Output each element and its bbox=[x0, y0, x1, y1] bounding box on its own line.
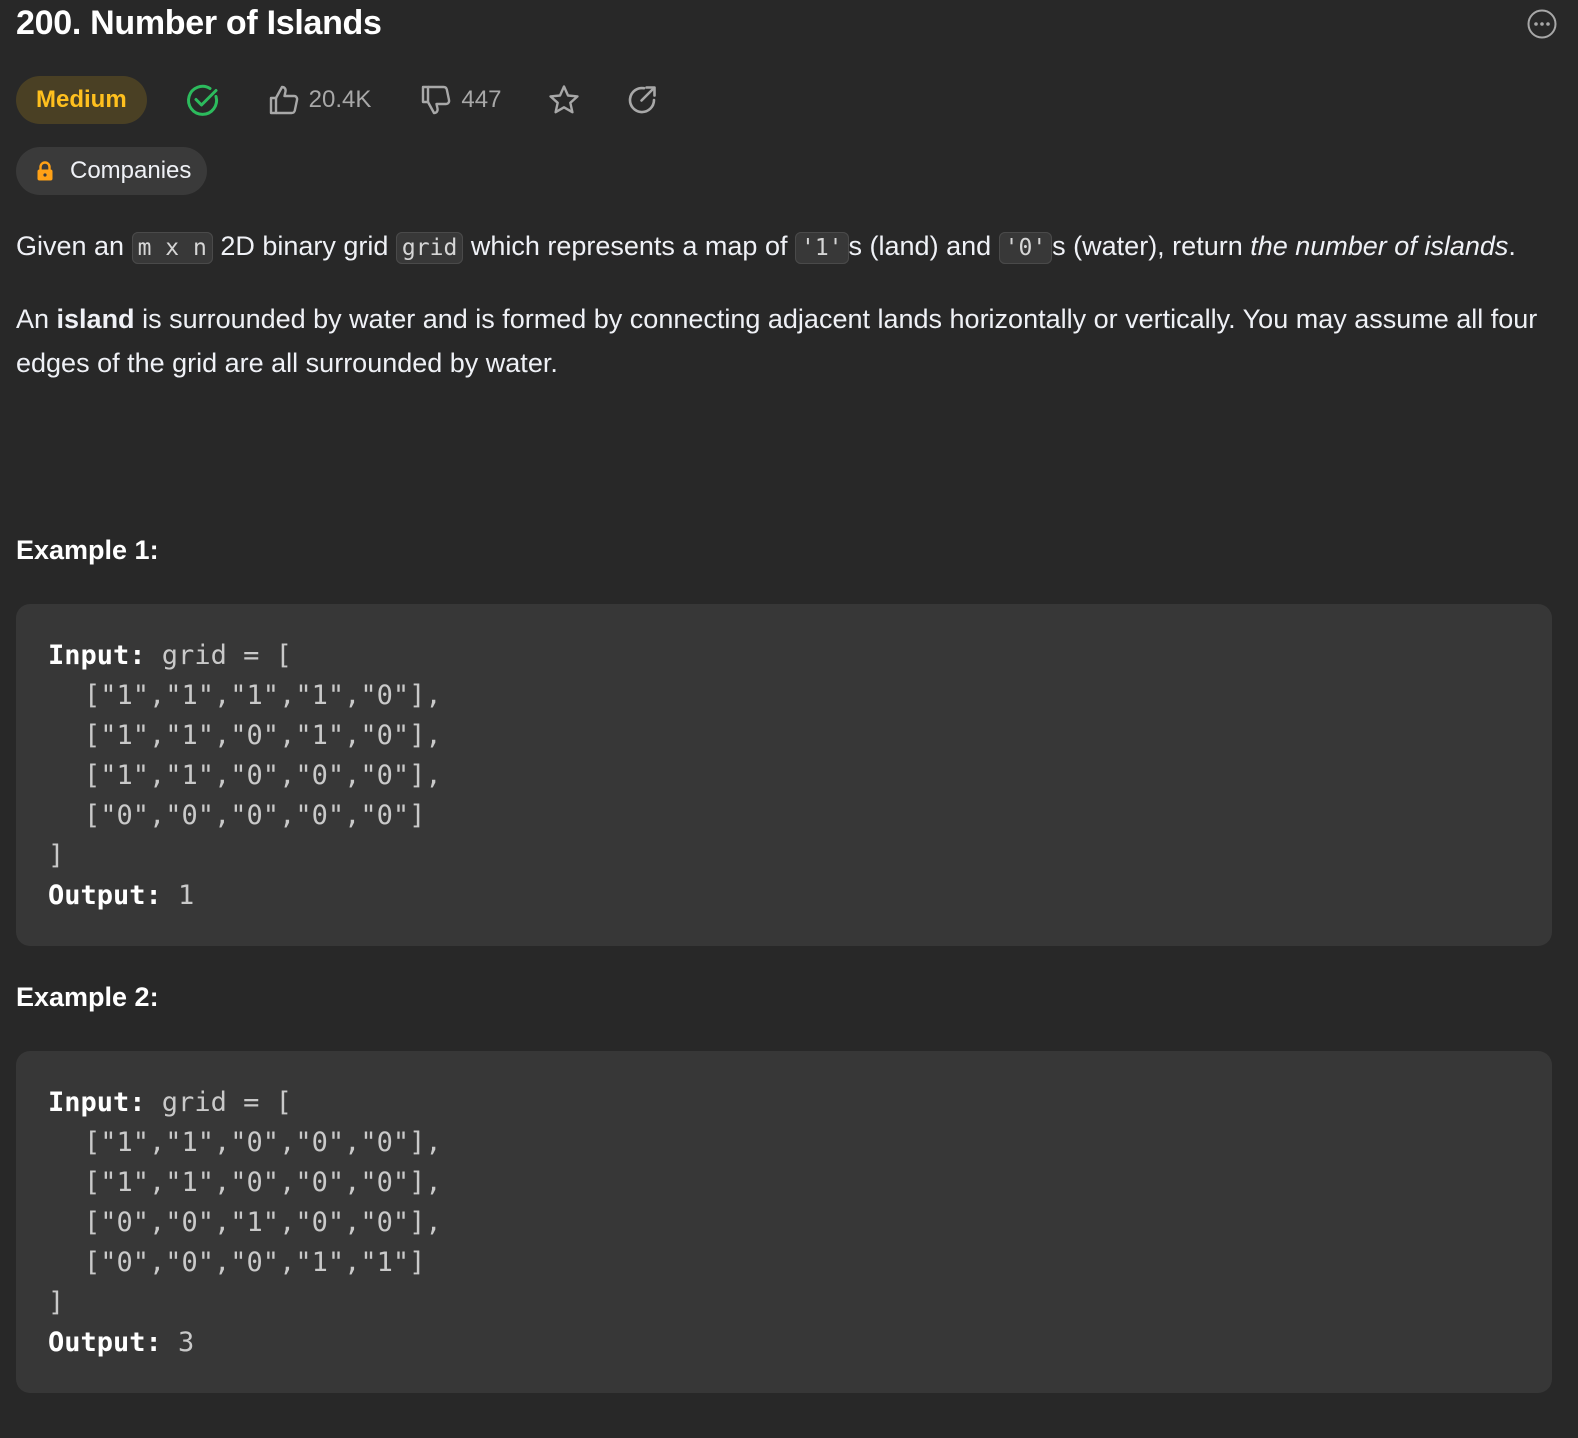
grid-row: ["0","0","1","0","0"], bbox=[84, 1207, 442, 1238]
inline-code: m x n bbox=[131, 232, 213, 264]
output-label: Output: bbox=[48, 880, 162, 911]
example-2-block: Input: grid = [ ["1","1","0","0","0"], [… bbox=[16, 1051, 1552, 1393]
input-label: Input: bbox=[48, 640, 146, 671]
input-close: ] bbox=[48, 1287, 65, 1318]
input-close: ] bbox=[48, 840, 65, 871]
inline-code: grid bbox=[395, 232, 464, 264]
example-1-block: Input: grid = [ ["1","1","1","1","0"], [… bbox=[16, 604, 1552, 946]
grid-row: ["1","1","1","1","0"], bbox=[84, 680, 442, 711]
companies-tag[interactable]: Companies bbox=[16, 147, 208, 195]
bold-term: island bbox=[56, 304, 135, 334]
input-open: grid = [ bbox=[145, 1087, 292, 1118]
thumbs-down-icon bbox=[422, 85, 451, 115]
text-span: 2D binary grid bbox=[212, 231, 396, 261]
text-span: An bbox=[16, 304, 57, 334]
star-icon[interactable] bbox=[547, 83, 581, 117]
problem-title[interactable]: 200. Number of Islands bbox=[16, 4, 382, 43]
companies-label: Companies bbox=[70, 157, 192, 184]
text-span: s (land) and bbox=[848, 231, 999, 261]
inline-code: '0' bbox=[998, 232, 1053, 264]
output-label: Output: bbox=[48, 1327, 162, 1358]
share-icon[interactable] bbox=[625, 83, 659, 117]
text-span: . bbox=[1508, 231, 1516, 261]
example-2-heading: Example 2: bbox=[16, 982, 159, 1012]
dislike-button[interactable]: 447 bbox=[419, 83, 501, 117]
grid-row: ["1","1","0","1","0"], bbox=[84, 720, 442, 751]
description-paragraph-2: An island is surrounded by water and is … bbox=[16, 297, 1562, 385]
problem-description: Given an m x n 2D binary grid grid which… bbox=[16, 224, 1562, 385]
grid-row: ["1","1","0","0","0"], bbox=[84, 1127, 442, 1158]
input-line: Input: grid = [ bbox=[48, 636, 1520, 676]
input-open: grid = [ bbox=[145, 640, 292, 671]
input-line: Input: grid = [ bbox=[48, 1083, 1520, 1123]
like-count: 20.4K bbox=[308, 86, 372, 113]
output-line: Output: 3 bbox=[48, 1323, 1520, 1363]
thumbs-up-icon bbox=[269, 85, 298, 115]
dislike-count: 447 bbox=[461, 86, 502, 113]
grid-row: ["0","0","0","1","1"] bbox=[84, 1247, 426, 1278]
description-paragraph-1: Given an m x n 2D binary grid grid which… bbox=[16, 224, 1562, 270]
output-line: Output: 1 bbox=[48, 876, 1520, 916]
output-value: 1 bbox=[161, 880, 195, 911]
output-value: 3 bbox=[161, 1327, 195, 1358]
inline-code: '1' bbox=[794, 232, 849, 264]
emphasis-text: the number of islands bbox=[1250, 231, 1509, 261]
text-span: is surrounded by water and is formed by … bbox=[16, 304, 1538, 378]
title-row: 200. Number of Islands bbox=[16, 0, 1562, 50]
lock-icon bbox=[37, 161, 53, 181]
like-button[interactable]: 20.4K bbox=[267, 83, 372, 117]
grid-row: ["1","1","0","0","0"], bbox=[84, 1167, 442, 1198]
text-span: Given an bbox=[16, 231, 132, 261]
difficulty-badge: Medium bbox=[16, 76, 147, 124]
grid-row: ["1","1","0","0","0"], bbox=[84, 760, 442, 791]
more-icon[interactable] bbox=[1526, 8, 1558, 40]
text-span: which represents a map of bbox=[463, 231, 795, 261]
text-span: s (water), return bbox=[1052, 231, 1251, 261]
grid-row: ["0","0","0","0","0"] bbox=[84, 800, 426, 831]
problem-description-panel: 200. Number of Islands Medium 20.4K 447 … bbox=[16, 0, 1562, 1393]
problem-meta-row: Medium 20.4K 447 bbox=[16, 75, 659, 125]
solved-check-icon bbox=[186, 84, 218, 116]
example-1-heading: Example 1: bbox=[16, 535, 159, 565]
input-label: Input: bbox=[48, 1087, 146, 1118]
